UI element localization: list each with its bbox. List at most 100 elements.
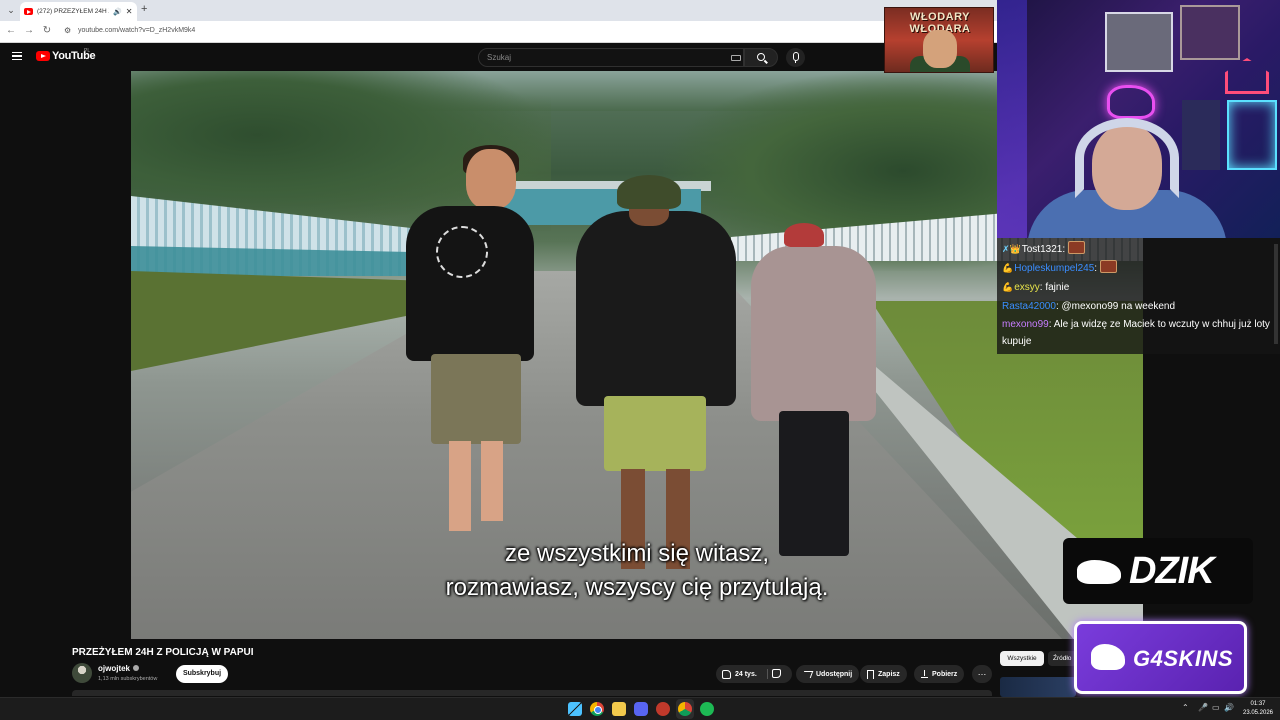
chat-username: exsyy — [1014, 282, 1040, 293]
chat-badge-icon: 💪 — [1002, 263, 1014, 273]
man-right-jacket — [751, 246, 876, 421]
share-button[interactable]: Udostępnij — [796, 665, 860, 683]
share-label: Udostępnij — [816, 670, 853, 678]
page-scrollbar[interactable] — [1274, 244, 1278, 344]
download-icon — [921, 670, 928, 678]
chip-all[interactable]: Wszystkie — [1000, 651, 1044, 666]
channel-name-text[interactable]: ojwojtek — [98, 664, 130, 673]
youtube-logo-icon[interactable] — [36, 51, 50, 61]
chat-username: mexono99 — [1002, 319, 1049, 330]
tray-volume-icon[interactable]: 🔊 — [1224, 703, 1234, 712]
bookmark-icon — [867, 669, 874, 679]
man-right-pants — [779, 411, 849, 556]
chat-badge-icon: ✗👑 — [1002, 244, 1021, 254]
share-icon — [801, 670, 814, 678]
search-input[interactable] — [487, 53, 707, 62]
forward-icon[interactable]: → — [22, 25, 36, 36]
discord-icon[interactable] — [634, 702, 648, 716]
man-left-leg — [449, 441, 471, 531]
file-explorer-icon[interactable] — [612, 702, 626, 716]
g4skins-logo: G4SKINS — [1074, 621, 1247, 694]
save-label: Zapisz — [878, 670, 900, 678]
chrome-icon[interactable] — [678, 702, 692, 716]
search-button[interactable] — [744, 48, 778, 67]
subscriber-count: 1,13 mln subskrybentów — [98, 676, 158, 682]
webcam-shelf — [1182, 100, 1220, 170]
man-middle-shirt — [576, 211, 736, 406]
dislike-button[interactable] — [772, 669, 782, 679]
speaker-icon[interactable]: 🔊 — [113, 8, 122, 16]
channel-name[interactable]: ojwojtek — [98, 664, 140, 673]
tab-title: (272) PRZEŻYŁEM 24H Z PO — [37, 8, 109, 15]
webcam-record-frame — [1105, 12, 1173, 72]
chat-username: Rasta42000 — [1002, 301, 1056, 312]
chat-message: ✗👑Tost1321: — [1002, 240, 1275, 259]
back-icon[interactable]: ← — [4, 25, 18, 36]
clock-date: 23.05.2026 — [1242, 710, 1274, 716]
man-middle-hat — [617, 175, 681, 209]
video-player[interactable]: ze wszystkimi się witasz, rozmawiasz, ws… — [131, 71, 1143, 639]
tab-search-icon[interactable]: ⌄ — [4, 4, 18, 17]
channel-avatar[interactable] — [72, 663, 92, 683]
voice-search-icon[interactable] — [786, 48, 805, 67]
chat-message: 💪exsyy: fajnie — [1002, 278, 1275, 297]
man-left-head — [466, 149, 516, 209]
man-right-cap — [784, 223, 824, 247]
subscribe-button[interactable]: Subskrybuj — [176, 665, 228, 683]
overlay-banner: WŁODARY WŁODARA — [884, 7, 994, 73]
chat-text: @mexono99 na weekend — [1061, 301, 1176, 312]
subtitle-line: ze wszystkimi się witasz, — [504, 540, 770, 567]
chat-message: Rasta42000: @mexono99 na weekend — [1002, 301, 1176, 312]
description-box[interactable] — [72, 690, 992, 696]
url-field[interactable]: youtube.com/watch?v=D_zH2vkM9k4 — [78, 27, 195, 34]
region-label: PL — [84, 48, 91, 54]
download-button[interactable]: Pobierz — [914, 665, 965, 683]
more-actions-button[interactable]: … — [972, 665, 992, 683]
chat-overlay: ✗👑Tost1321: 💪Hopleskumpel245: 💪exsyy: fa… — [997, 238, 1280, 354]
chat-text: fajnie — [1045, 282, 1070, 293]
headphones-icon — [1075, 118, 1179, 198]
thumbs-up-icon — [722, 669, 731, 679]
like-button[interactable]: 24 tys. — [716, 665, 766, 683]
reload-icon[interactable]: ↻ — [40, 25, 54, 36]
windows-start-icon[interactable] — [568, 702, 582, 716]
system-clock[interactable]: 01:37 23.05.2026 — [1240, 700, 1276, 718]
like-count: 24 tys. — [735, 670, 757, 678]
keyboard-icon[interactable] — [731, 55, 741, 61]
chat-message: mexono99: Ale ja widzę ze Maciek to wczu… — [1002, 319, 1270, 347]
video-subtitles: ze wszystkimi się witasz, rozmawiasz, ws… — [131, 537, 1143, 605]
site-info-icon[interactable]: ⚙ — [64, 26, 71, 35]
streamer-webcam — [997, 0, 1280, 238]
video-title: PRZEŻYŁEM 24H Z POLICJĄ W PAPUI — [72, 647, 254, 658]
neon-bull-sign — [1107, 85, 1155, 119]
close-tab-icon[interactable]: ✕ — [126, 7, 133, 16]
neon-house-sign — [1225, 58, 1269, 94]
subtitle-line: rozmawiasz, wszyscy cię przytulają. — [445, 574, 829, 601]
tray-mic-icon[interactable]: 🎤 — [1198, 703, 1208, 712]
search-icon — [757, 53, 765, 61]
tray-chevron-icon[interactable]: ⌃ — [1182, 703, 1189, 712]
app-icon[interactable] — [656, 702, 670, 716]
verified-icon — [133, 665, 140, 671]
search-box[interactable] — [478, 48, 744, 67]
new-tab-icon[interactable]: + — [141, 3, 147, 15]
dzik-logo: DZIK — [1063, 538, 1253, 604]
g4skins-wordmark: G4SKINS — [1133, 646, 1234, 671]
chat-emote-icon — [1067, 241, 1085, 254]
like-dislike-group: 24 tys. — [716, 665, 792, 683]
recommended-video-thumbnail[interactable] — [1000, 677, 1076, 697]
tray-network-icon[interactable]: ▭ — [1212, 703, 1220, 712]
menu-icon[interactable] — [12, 52, 22, 60]
shirt-logo — [436, 226, 488, 278]
banner-figure-face — [923, 30, 957, 68]
spotify-icon[interactable] — [700, 702, 714, 716]
browser-tab[interactable]: (272) PRZEŻYŁEM 24H Z PO 🔊 ✕ — [20, 2, 137, 21]
save-button[interactable]: Zapisz — [860, 665, 907, 683]
chat-username: Tost1321 — [1021, 244, 1063, 255]
bull-icon — [1091, 644, 1125, 670]
youtube-favicon-icon — [24, 8, 33, 15]
chrome-icon[interactable] — [590, 702, 604, 716]
download-label: Pobierz — [932, 670, 958, 678]
chat-username: Hopleskumpel245 — [1014, 263, 1095, 274]
man-middle-shorts — [604, 396, 706, 471]
